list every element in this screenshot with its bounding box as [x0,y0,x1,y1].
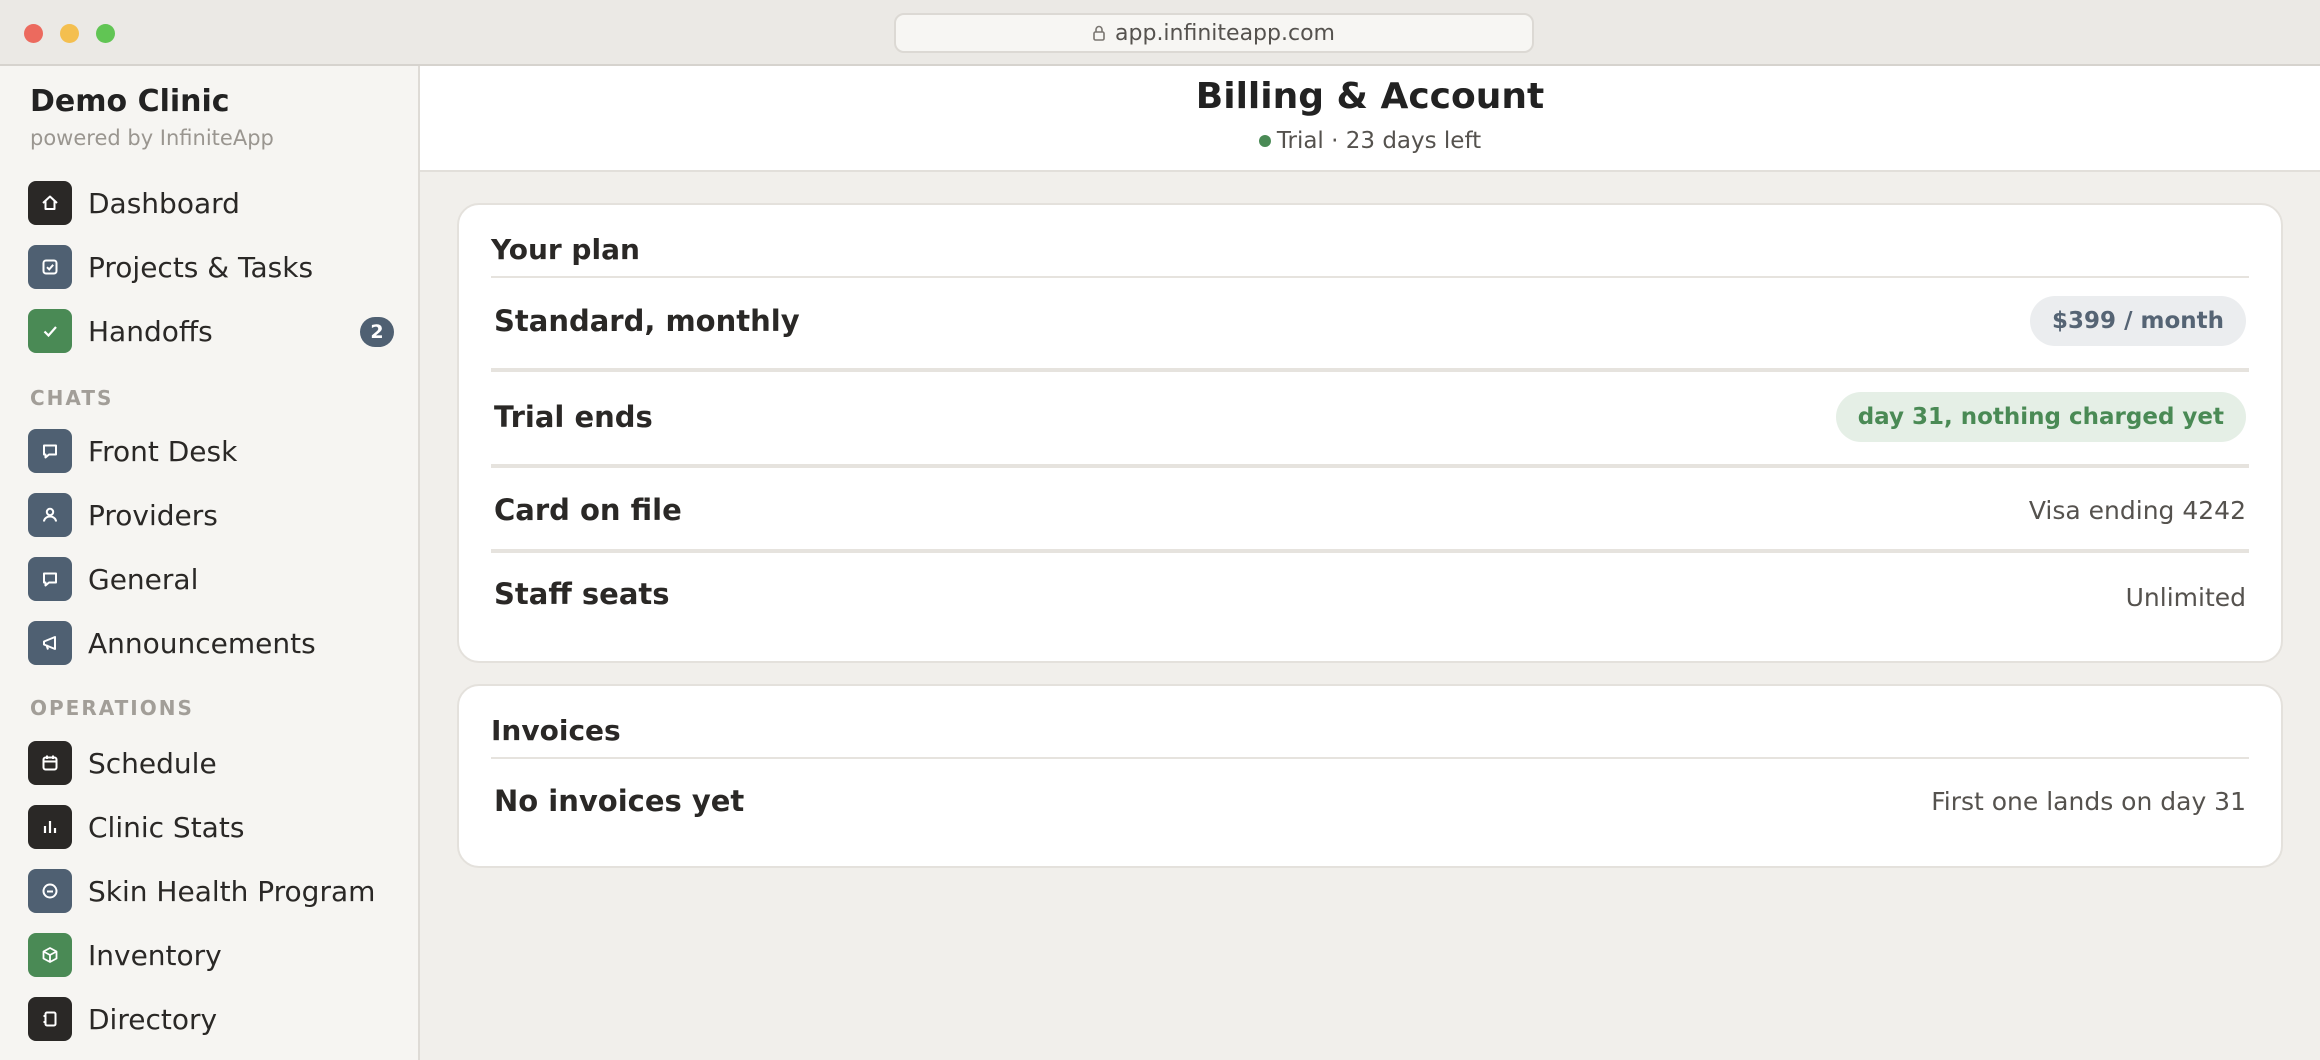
sidebar-item-clinic-stats[interactable]: Clinic Stats [28,804,398,850]
sidebar-item-inventory[interactable]: Inventory [28,932,398,978]
check-icon [28,309,72,353]
chat-bubble-icon [28,557,72,601]
chat-bubble-icon [28,429,72,473]
bar-chart-icon [28,805,72,849]
staff-seats-row: Staff seats Unlimited [494,569,2246,619]
person-icon [28,493,72,537]
staff-seats-value: Unlimited [2125,582,2246,612]
sidebar-item-front-desk[interactable]: Front Desk [28,428,398,474]
plan-card: Your plan Standard, monthly $399 / month… [457,203,2283,663]
sidebar-item-directory[interactable]: Directory [28,996,398,1042]
trial-status-text: Trial · 23 days left [1276,128,1482,154]
lock-icon [1093,25,1105,41]
sidebar-item-projects[interactable]: Projects & Tasks [28,244,398,290]
book-icon [28,997,72,1041]
brand-subtitle: powered by InfiniteApp [30,126,274,150]
invoices-row: No invoices yet First one lands on day 3… [494,776,2246,826]
sidebar-item-schedule[interactable]: Schedule [28,740,398,786]
card-on-file-row: Card on file Visa ending 4242 [494,485,2246,535]
invoices-card: Invoices No invoices yet First one lands… [457,684,2283,868]
divider [491,464,2249,468]
status-dot-icon [1258,135,1271,147]
circle-minus-icon [28,869,72,913]
page-title: Billing & Account [1195,76,1545,117]
sidebar-item-label: Inventory [88,938,222,972]
invoices-card-title: Invoices [491,714,621,747]
plan-card-title: Your plan [491,233,640,266]
sidebar-item-handoffs[interactable]: Handoffs 2 [28,308,398,354]
sidebar-item-providers[interactable]: Providers [28,492,398,538]
sidebar-item-label: Providers [88,498,218,532]
url-text: app.infiniteapp.com [1115,20,1335,46]
price-pill: $399 / month [2030,296,2246,346]
address-bar[interactable]: app.infiniteapp.com [894,13,1534,53]
box-icon [28,933,72,977]
sidebar: Demo Clinic powered by InfiniteApp Dashb… [0,66,420,1060]
card-on-file-value: Visa ending 4242 [2028,495,2246,525]
card-on-file-label: Card on file [494,493,682,527]
trial-status: Trial · 23 days left [420,128,2320,154]
sidebar-item-label: Dashboard [88,186,240,220]
sidebar-item-label: Directory [88,1002,218,1036]
section-label-operations: OPERATIONS [30,696,194,720]
megaphone-icon [28,621,72,665]
browser-titlebar: app.infiniteapp.com [0,0,2320,66]
brand-name: Demo Clinic [30,84,230,119]
sidebar-item-announcements[interactable]: Announcements [28,620,398,666]
divider [491,368,2249,372]
sidebar-item-skin-health-program[interactable]: Skin Health Program [28,868,398,914]
minimize-window-button[interactable] [60,24,79,43]
page-header: Billing & Account Trial · 23 days left [420,66,2320,172]
maximize-window-button[interactable] [96,24,115,43]
checkbox-icon [28,245,72,289]
trial-ends-row: Trial ends day 31, nothing charged yet [494,391,2246,443]
close-window-button[interactable] [24,24,43,43]
sidebar-item-label: Skin Health Program [88,874,376,908]
handoffs-count-badge: 2 [360,317,394,347]
divider [491,276,2249,278]
sidebar-item-general[interactable]: General [28,556,398,602]
sidebar-item-label: Projects & Tasks [88,250,314,284]
sidebar-item-label: Handoffs [88,314,213,348]
divider [491,549,2249,553]
calendar-icon [28,741,72,785]
plan-row-label: Standard, monthly [494,304,800,338]
sidebar-item-label: Schedule [88,746,217,780]
sidebar-item-dashboard[interactable]: Dashboard [28,180,398,226]
sidebar-item-label: General [88,562,199,596]
section-label-chats: CHATS [30,386,114,410]
staff-seats-label: Staff seats [494,577,670,611]
sidebar-item-label: Announcements [88,626,316,660]
invoices-row-value: First one lands on day 31 [1931,786,2246,816]
home-icon [28,181,72,225]
invoices-row-label: No invoices yet [494,784,745,818]
trial-ends-label: Trial ends [494,400,653,434]
sidebar-item-label: Front Desk [88,434,238,468]
sidebar-item-label: Clinic Stats [88,810,245,844]
plan-row: Standard, monthly $399 / month [494,295,2246,347]
divider [491,757,2249,759]
trial-ends-pill: day 31, nothing charged yet [1835,392,2246,442]
